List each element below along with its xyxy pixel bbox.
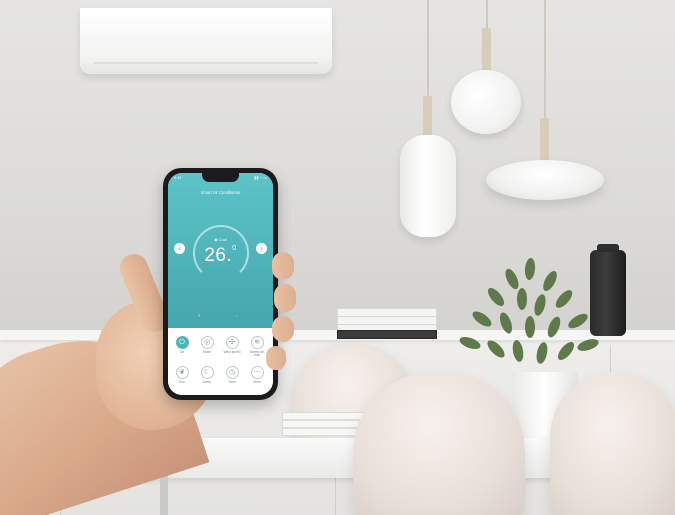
room-scene: 9:41 ▮▮ ◔ ▭ Smart Air Conditioner ◉ Cool… (0, 0, 675, 515)
pendant-lamp-disc (486, 160, 604, 200)
sweep-icon: ≋ (250, 336, 264, 349)
leaf (484, 337, 508, 361)
leaf (575, 336, 601, 354)
lamp-fitting (482, 28, 491, 72)
finger (272, 316, 294, 342)
leaf (525, 316, 535, 338)
leaf (545, 314, 563, 340)
mode-label: Sleep (202, 379, 212, 384)
mode-label: Sweep air flow (249, 349, 265, 358)
status-icons: ▮▮ ◔ ▭ (254, 175, 267, 180)
sleep-icon: ☾ (200, 366, 214, 379)
mode-indicator: ◉ Cool (214, 237, 227, 242)
leaf (552, 287, 576, 311)
lamp-fitting (540, 118, 549, 162)
fan-icon: ✣ (225, 336, 239, 349)
leaf (532, 293, 548, 317)
leaf (497, 310, 515, 336)
status-indicator-icon: ◦ (236, 313, 238, 318)
smartphone: 9:41 ▮▮ ◔ ▭ Smart Air Conditioner ◉ Cool… (163, 168, 278, 400)
mode-button-eco[interactable]: ❦ Eco (172, 366, 192, 384)
leaf (470, 308, 494, 330)
mode-label: More (253, 379, 261, 384)
phone-notch (202, 173, 239, 182)
leaf (534, 341, 550, 365)
pendant-lamp-capsule (400, 135, 456, 237)
timer-icon: ◷ (225, 366, 239, 379)
ac-vent (94, 62, 318, 64)
temperature-decimal: 0 (232, 245, 237, 252)
mode-label: Wind speed (223, 349, 241, 354)
potted-plant (455, 257, 605, 378)
air-conditioner-unit (80, 8, 332, 74)
leaf (502, 266, 522, 292)
mode-label: Timer (227, 379, 237, 384)
decrease-temperature-button[interactable]: ‹ (174, 243, 185, 254)
mode-button-on[interactable]: ⏻ On (172, 336, 192, 354)
controls-panel: ⏻ On ◎ Mode ✣ Wind speed ≋ Sweep air flo… (168, 328, 273, 395)
mode-button-sleep[interactable]: ☾ Sleep (197, 366, 217, 384)
leaf (517, 288, 527, 310)
mode-label: Eco (179, 379, 185, 384)
mode-label: Mode (203, 349, 211, 354)
mode-button-mode[interactable]: ◎ Mode (197, 336, 217, 354)
power-icon: ⏻ (175, 336, 189, 349)
mode-label: On (179, 349, 185, 354)
more-icon: ⋯ (250, 366, 264, 379)
app-header-panel: 9:41 ▮▮ ◔ ▭ Smart Air Conditioner ◉ Cool… (168, 173, 273, 328)
menu-indicator-icon: ≡ (198, 313, 201, 318)
leaf (524, 257, 536, 281)
mode-button-sweep-air-flow[interactable]: ≋ Sweep air flow (247, 336, 267, 358)
lamp-fitting (423, 96, 432, 136)
temperature-value: 26. (204, 245, 233, 266)
leaf (511, 339, 525, 363)
leaf (457, 334, 483, 352)
mode-button-wind-speed[interactable]: ✣ Wind speed (222, 336, 242, 354)
leaf (555, 339, 577, 363)
dining-chair (353, 372, 525, 515)
book-stack (337, 308, 437, 339)
status-time: 9:41 (174, 175, 182, 180)
eco-icon: ❦ (175, 366, 189, 379)
app-title: Smart Air Conditioner (200, 190, 241, 195)
phone-screen: 9:41 ▮▮ ◔ ▭ Smart Air Conditioner ◉ Cool… (168, 173, 273, 395)
finger (266, 346, 286, 370)
dining-chair (550, 372, 675, 515)
mode-button-timer[interactable]: ◷ Timer (222, 366, 242, 384)
mode-icon: ◎ (200, 336, 214, 349)
finger (274, 284, 296, 312)
leaf (485, 285, 507, 309)
finger (272, 252, 294, 280)
leaf (566, 310, 590, 332)
pendant-lamp-globe (451, 70, 521, 134)
increase-temperature-button[interactable]: › (256, 243, 267, 254)
mode-button-more[interactable]: ⋯ More (247, 366, 267, 384)
leaf (540, 268, 560, 294)
book (337, 330, 437, 339)
